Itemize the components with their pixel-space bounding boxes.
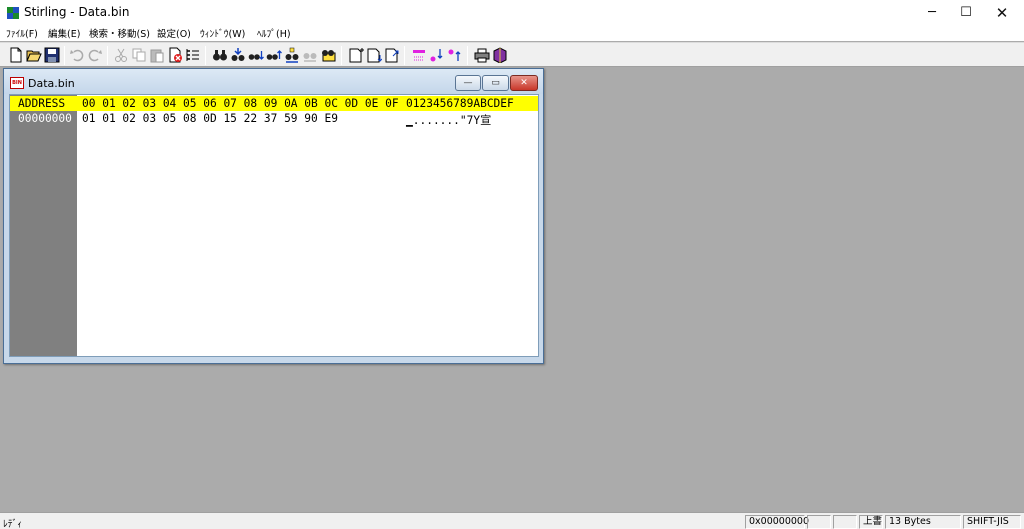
window-title: Stirling - Data.bin (24, 5, 130, 19)
status-size: 13 Bytes (885, 515, 961, 529)
mark-down-icon[interactable] (428, 46, 446, 64)
status-blank-1 (807, 515, 831, 529)
find-icon[interactable] (211, 46, 229, 64)
row-ascii-text[interactable]: ▁......."7Y宣 (406, 112, 491, 128)
status-offset: 0x00000000 (745, 515, 809, 529)
insert-icon[interactable] (184, 46, 202, 64)
child-minimize-button[interactable]: — (455, 75, 481, 91)
status-message: ﾚﾃﾞｨ (3, 519, 23, 529)
hex-offset-header: 00 01 02 03 04 05 06 07 08 09 0A 0B 0C 0… (82, 97, 399, 110)
title-bar: Stirling - Data.bin ─ ☐ ✕ (0, 0, 1024, 25)
status-blank-2 (833, 515, 857, 529)
ascii-header: 0123456789ABCDEF (406, 97, 514, 110)
hex-header-row: ADDRESS 00 01 02 03 04 05 06 07 08 09 0A… (10, 96, 538, 111)
toolbar-separator (467, 46, 468, 65)
menu-file[interactable]: ﾌｧｲﾙ(F) (6, 26, 38, 40)
bin-file-icon: BIN (10, 77, 24, 89)
find-up-icon[interactable] (265, 46, 283, 64)
address-header: ADDRESS (18, 97, 66, 110)
hex-view[interactable]: ADDRESS 00 01 02 03 04 05 06 07 08 09 0A… (9, 94, 539, 357)
page-down-icon[interactable] (365, 46, 383, 64)
menu-search-move[interactable]: 検索・移動(S) (89, 26, 150, 40)
child-window-title: Data.bin (28, 77, 75, 90)
new-file-icon[interactable] (7, 46, 25, 64)
copy-icon[interactable] (130, 46, 148, 64)
row-hex-bytes[interactable]: 01 01 02 03 05 08 0D 15 22 37 59 90 E9 (82, 112, 338, 125)
replace-icon[interactable] (283, 46, 301, 64)
status-bar: ﾚﾃﾞｨ 0x00000000 上書 13 Bytes SHIFT-JIS (0, 512, 1024, 529)
minimize-button[interactable]: ─ (914, 0, 950, 25)
status-encoding: SHIFT-JIS (963, 515, 1021, 529)
address-column (10, 95, 77, 356)
mark-up-icon[interactable] (446, 46, 464, 64)
toolbar-separator (341, 46, 342, 65)
child-title-bar[interactable]: BIN Data.bin — ▭ ✕ (4, 69, 543, 94)
menu-bar: ﾌｧｲﾙ(F) 編集(E) 検索・移動(S) 設定(O) ｳｨﾝﾄﾞｳ(W) ﾍ… (0, 25, 1024, 41)
redo-icon[interactable] (86, 46, 104, 64)
toolbar-separator (64, 46, 65, 65)
delete-icon[interactable] (166, 46, 184, 64)
hex-editor-window: BIN Data.bin — ▭ ✕ ADDRESS 00 01 02 03 0… (3, 68, 544, 364)
save-icon[interactable] (43, 46, 61, 64)
mark-icon[interactable] (410, 46, 428, 64)
print-icon[interactable] (473, 46, 491, 64)
toolbar (0, 42, 1024, 67)
replace-all-icon[interactable] (301, 46, 319, 64)
page-jump-icon[interactable] (383, 46, 401, 64)
menu-window[interactable]: ｳｨﾝﾄﾞｳ(W) (200, 26, 245, 40)
close-button[interactable]: ✕ (984, 0, 1020, 25)
toolbar-separator (107, 46, 108, 65)
row-address: 00000000 (18, 112, 72, 125)
child-maximize-button[interactable]: ▭ (482, 75, 509, 91)
undo-icon[interactable] (68, 46, 86, 64)
find-next-icon[interactable] (229, 46, 247, 64)
status-mode: 上書 (859, 515, 883, 529)
toolbar-separator (205, 46, 206, 65)
menu-edit[interactable]: 編集(E) (48, 26, 80, 40)
goto-icon[interactable] (319, 46, 337, 64)
child-close-button[interactable]: ✕ (510, 75, 538, 91)
maximize-button[interactable]: ☐ (948, 0, 984, 25)
toolbar-separator (404, 46, 405, 65)
stirling-app-icon (6, 6, 20, 20)
cut-icon[interactable] (112, 46, 130, 64)
help-book-icon[interactable] (491, 46, 509, 64)
find-down-icon[interactable] (247, 46, 265, 64)
paste-icon[interactable] (148, 46, 166, 64)
open-folder-icon[interactable] (25, 46, 43, 64)
page-next-icon[interactable] (347, 46, 365, 64)
menu-help[interactable]: ﾍﾙﾌﾟ(H) (257, 26, 291, 40)
menu-settings[interactable]: 設定(O) (157, 26, 191, 40)
